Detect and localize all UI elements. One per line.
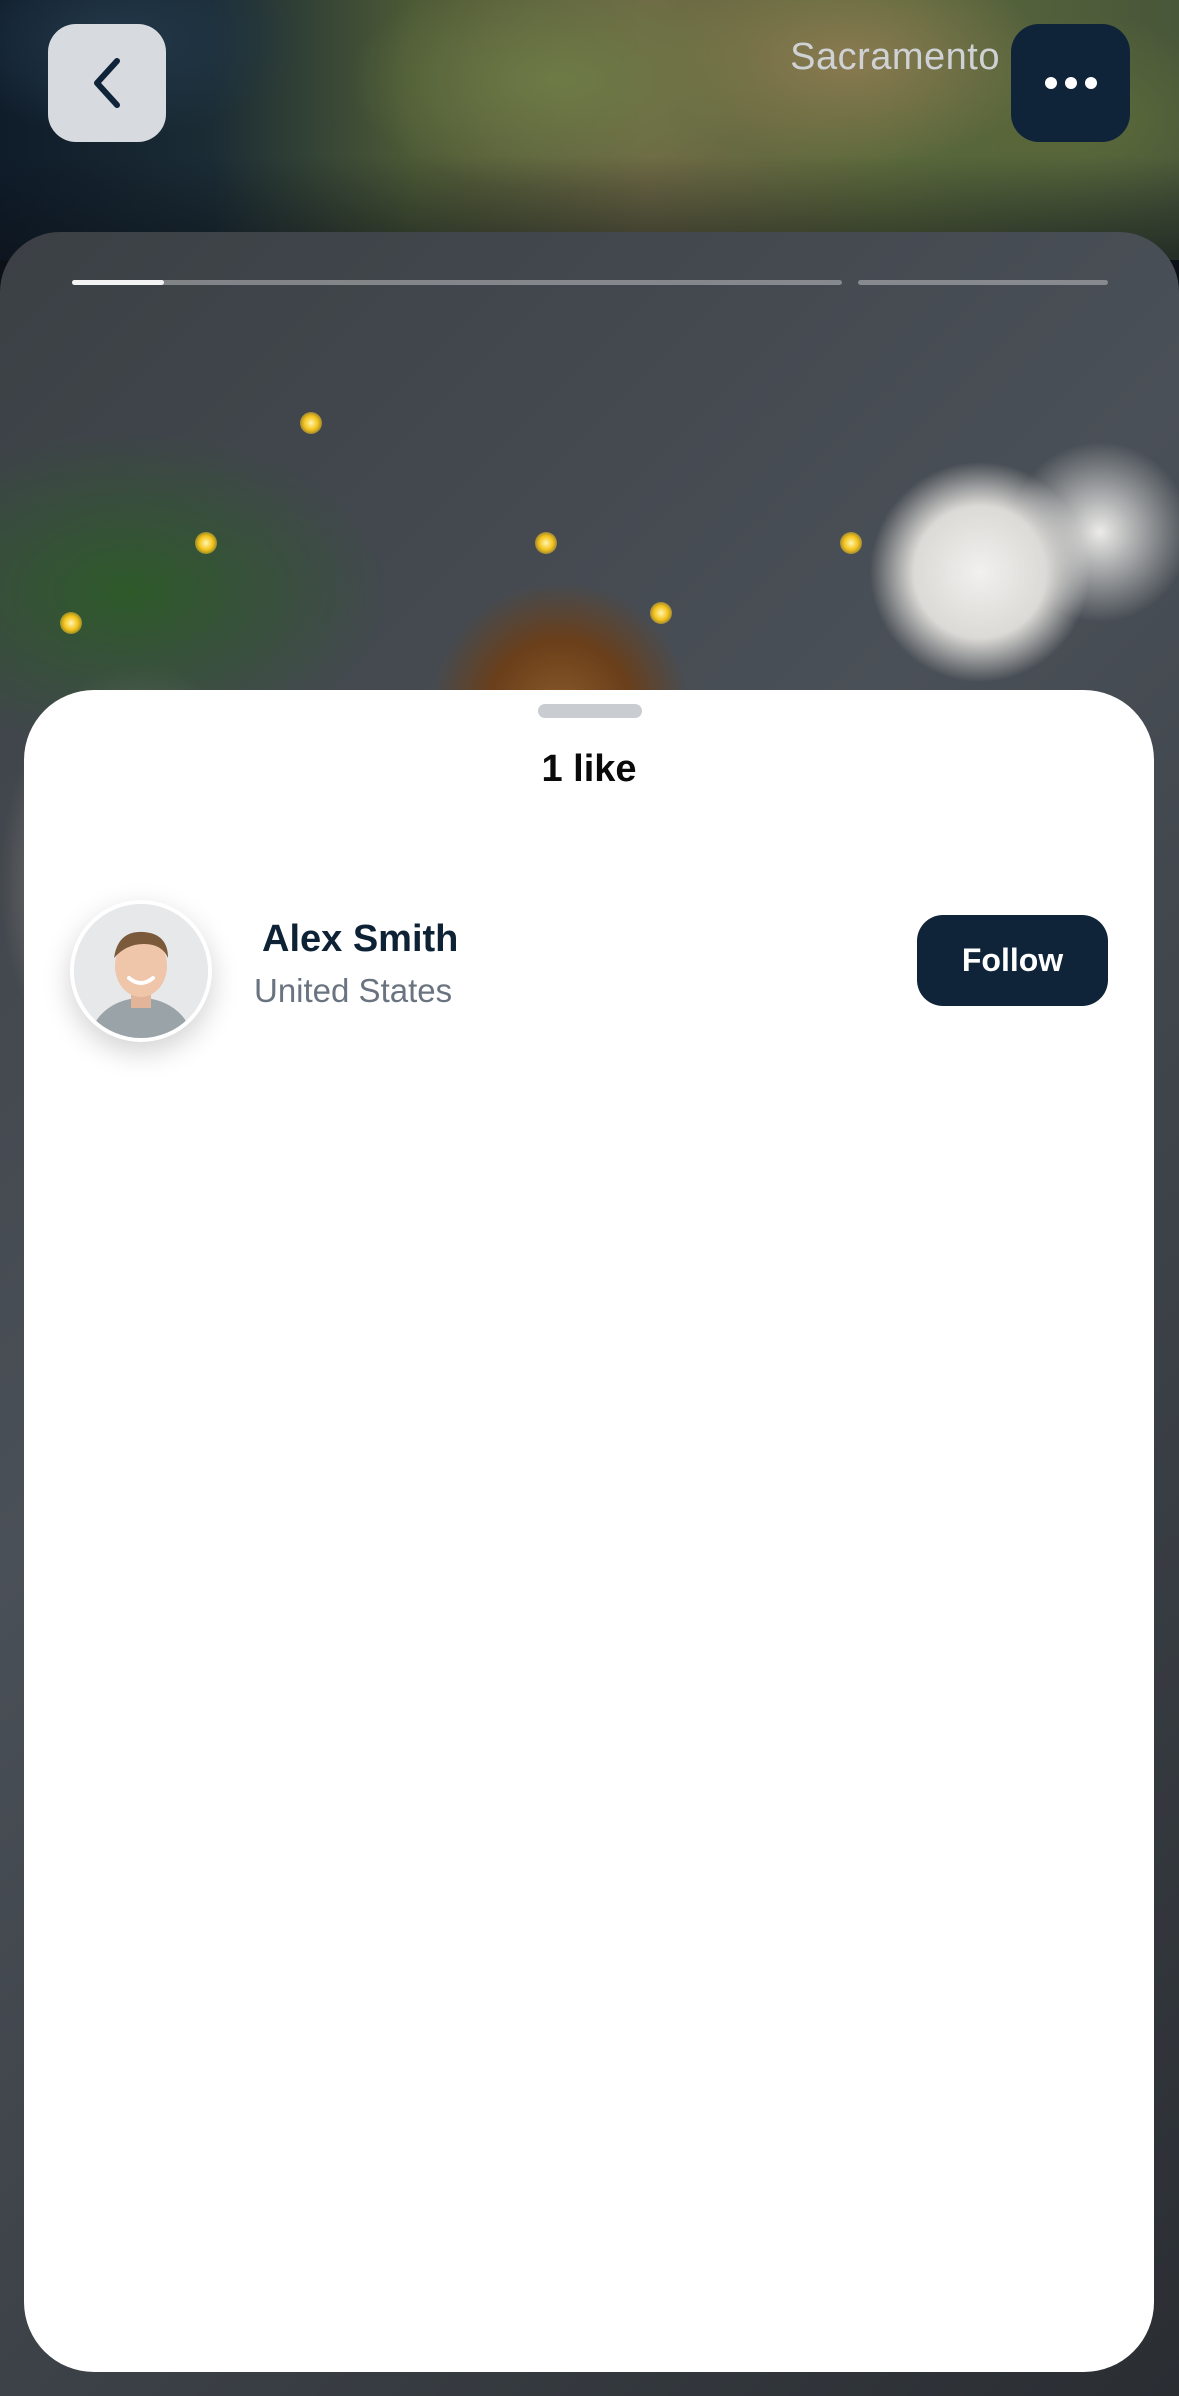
decor-light: [840, 532, 862, 554]
decor-light: [535, 532, 557, 554]
story-progress-fill: [72, 280, 164, 285]
story-likes-screen: Sacramento 1 like Alex Smith United Stat…: [0, 0, 1179, 2396]
back-button[interactable]: [48, 24, 166, 142]
likes-count-title: 1 like: [541, 748, 637, 790]
story-progress-segment: [858, 280, 1108, 285]
decor-light: [650, 602, 672, 624]
user-name[interactable]: Alex Smith: [262, 918, 458, 961]
decor-light: [60, 612, 82, 634]
ellipsis-icon: [1044, 77, 1097, 89]
user-avatar-icon: [74, 904, 208, 1038]
decor-light: [300, 412, 322, 434]
story-progress-segment: [72, 280, 842, 285]
avatar[interactable]: [70, 900, 212, 1042]
list-item-user[interactable]: Alex Smith United States Follow: [24, 900, 1154, 1042]
location-title: Sacramento: [790, 36, 1000, 78]
more-options-button[interactable]: [1011, 24, 1130, 142]
decor-light: [195, 532, 217, 554]
sheet-drag-handle[interactable]: [538, 704, 642, 718]
user-location: United States: [254, 972, 453, 1009]
follow-button[interactable]: Follow: [917, 915, 1108, 1006]
map-background: [0, 0, 1179, 260]
chevron-left-icon: [94, 58, 120, 108]
likes-bottom-sheet: 1 like Alex Smith United States Follow: [24, 690, 1154, 2372]
